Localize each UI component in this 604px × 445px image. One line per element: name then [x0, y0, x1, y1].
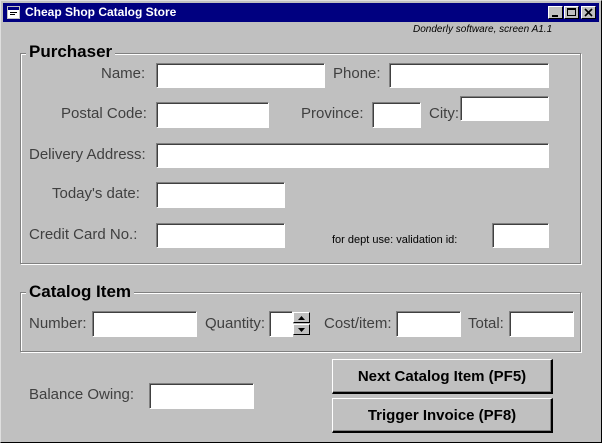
phone-label: Phone:	[333, 65, 381, 82]
title-bar[interactable]: Cheap Shop Catalog Store	[3, 3, 599, 22]
cost-per-item-label: Cost/item:	[324, 315, 392, 332]
quantity-label: Quantity:	[205, 315, 266, 332]
trigger-invoice-button[interactable]: Trigger Invoice (PF8)	[332, 398, 553, 433]
maximize-icon	[567, 8, 576, 16]
item-number-field[interactable]	[92, 311, 197, 337]
delivery-address-label: Delivery Address:	[29, 146, 146, 163]
todays-date-field[interactable]	[156, 182, 285, 208]
total-field[interactable]	[509, 311, 574, 337]
minimize-icon	[552, 15, 558, 17]
province-label: Province:	[301, 105, 364, 122]
quantity-decrease-button[interactable]	[293, 324, 310, 335]
city-field[interactable]	[460, 96, 549, 121]
minimize-button[interactable]	[548, 6, 563, 19]
quantity-increase-button[interactable]	[293, 312, 310, 323]
item-number-label: Number:	[29, 315, 87, 332]
app-icon[interactable]	[7, 6, 20, 19]
cost-per-item-field[interactable]	[396, 311, 461, 337]
delivery-address-field[interactable]	[156, 143, 549, 168]
balance-owing-field[interactable]	[149, 383, 254, 409]
total-label: Total:	[468, 315, 504, 332]
triangle-up-icon	[298, 316, 305, 320]
validation-id-field[interactable]	[492, 223, 549, 248]
catalog-item-legend: Catalog Item	[26, 282, 135, 302]
todays-date-label: Today's date:	[52, 185, 140, 202]
balance-owing-label: Balance Owing:	[29, 386, 135, 403]
city-label: City:	[429, 105, 459, 122]
window-title: Cheap Shop Catalog Store	[25, 5, 177, 19]
app-window: Cheap Shop Catalog Store Donderly softwa…	[0, 0, 602, 443]
credit-card-label: Credit Card No.:	[29, 226, 138, 243]
close-button[interactable]	[581, 6, 596, 19]
postal-code-label: Postal Code:	[61, 105, 147, 122]
validation-id-label: for dept use: validation id:	[332, 234, 458, 246]
software-note: Donderly software, screen A1.1	[413, 24, 553, 35]
close-icon	[584, 8, 593, 17]
phone-field[interactable]	[389, 63, 549, 88]
next-catalog-item-button[interactable]: Next Catalog Item (PF5)	[332, 359, 553, 394]
quantity-field[interactable]	[269, 311, 293, 337]
triangle-down-icon	[298, 328, 305, 332]
province-field[interactable]	[372, 102, 421, 128]
name-label: Name:	[101, 65, 146, 82]
postal-code-field[interactable]	[156, 102, 269, 128]
maximize-button[interactable]	[564, 6, 579, 19]
purchaser-legend: Purchaser	[26, 42, 116, 62]
quantity-stepper[interactable]	[293, 311, 310, 337]
credit-card-field[interactable]	[156, 223, 285, 248]
name-field[interactable]	[156, 63, 325, 88]
